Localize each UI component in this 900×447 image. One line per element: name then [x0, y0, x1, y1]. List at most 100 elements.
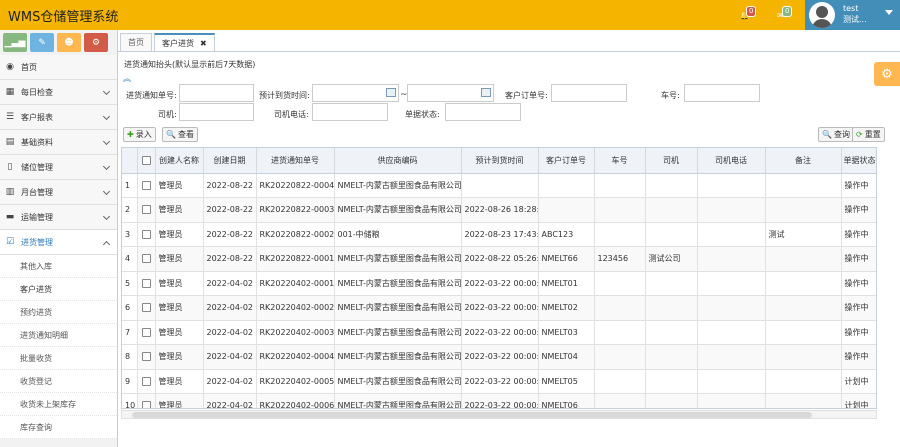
- col-header[interactable]: 预计到货时间: [461, 148, 539, 174]
- col-header[interactable]: 司机: [645, 148, 698, 174]
- pencil-icon[interactable]: ✎: [30, 33, 54, 52]
- submenu-notice-detail[interactable]: 进货通知明细: [0, 324, 117, 347]
- col-header-select[interactable]: [137, 148, 156, 174]
- signal-icon[interactable]: ▁▃▅: [3, 33, 27, 52]
- driver-label: 司机:: [158, 110, 177, 119]
- user-menu[interactable]: test 测试...: [805, 0, 900, 30]
- table-cell: [697, 271, 766, 296]
- row-number: 4: [122, 246, 138, 272]
- sidebar-item-daily-check[interactable]: ▦ 每日检查: [0, 80, 117, 105]
- table-row[interactable]: 5 管理员 2022-04-02 RK20220402-0001 NMELT-内蒙古额里…: [122, 271, 876, 296]
- group-icon[interactable]: ☻: [57, 33, 81, 52]
- table-row[interactable]: 2 管理员 2022-08-22 RK20220822-0003 NMELT-内蒙古额里…: [122, 197, 876, 223]
- submenu-batch-receive[interactable]: 批量收货: [0, 347, 117, 370]
- table-cell: [765, 271, 842, 296]
- table-cell: NMELT03: [538, 320, 595, 345]
- chevron-down-icon: [102, 187, 111, 196]
- col-header[interactable]: 单据状态: [841, 148, 876, 174]
- table-cell: ABC123: [538, 222, 595, 247]
- cogs-icon[interactable]: ⚙: [84, 33, 108, 52]
- col-header[interactable]: 创建人名称: [155, 148, 204, 174]
- sidebar-item-basic-data[interactable]: ▤ 基础资料: [0, 130, 117, 155]
- sidebar-item-transport[interactable]: ▬ 运输管理: [0, 205, 117, 230]
- row-checkbox[interactable]: [141, 229, 151, 239]
- tab-home[interactable]: 首页: [120, 33, 152, 51]
- add-button[interactable]: ✚ 录入: [123, 127, 156, 142]
- col-header[interactable]: 客户订单号: [538, 148, 595, 174]
- submenu-customer-inbound[interactable]: 客户进货: [0, 278, 117, 301]
- notice-no-input[interactable]: [179, 84, 254, 102]
- sidebar-item-location[interactable]: ▯ 储位管理: [0, 155, 117, 180]
- col-header[interactable]: 供应商编码: [334, 148, 462, 174]
- expected-date-from-input[interactable]: [312, 84, 399, 102]
- row-checkbox[interactable]: [141, 278, 151, 288]
- table-row[interactable]: 3 管理员 2022-08-22 RK20220822-0002 001-中储粮 2022…: [122, 222, 876, 247]
- col-header[interactable]: 车号: [594, 148, 646, 174]
- table-cell: NMELT-内蒙古额里图食品有限公司: [334, 246, 462, 272]
- tab-customer-inbound[interactable]: 客户进货 ✖: [154, 33, 215, 51]
- view-button[interactable]: 🔍 查看: [162, 127, 198, 142]
- search-button[interactable]: 🔍 查询: [818, 127, 854, 142]
- status-select[interactable]: [445, 103, 521, 121]
- table-cell: 2022-04-02: [203, 320, 257, 345]
- close-icon[interactable]: ✖: [200, 39, 207, 48]
- table-row[interactable]: 1 管理员 2022-08-22 RK20220822-0004 NMELT-内蒙古额里…: [122, 173, 876, 198]
- table-row[interactable]: 4 管理员 2022-08-22 RK20220822-0001 NMELT-内蒙古额里…: [122, 246, 876, 272]
- row-checkbox[interactable]: [141, 376, 151, 386]
- table-cell: 操作中: [841, 344, 876, 370]
- submenu-unshelved-stock[interactable]: 收货未上架库存: [0, 393, 117, 416]
- table-cell: RK20220822-0004: [256, 173, 335, 198]
- submenu-booking-inbound[interactable]: 预约进货: [0, 301, 117, 324]
- table-cell: RK20220402-0001: [256, 271, 335, 296]
- row-checkbox[interactable]: [141, 180, 151, 190]
- table-row[interactable]: 8 管理员 2022-04-02 RK20220402-0004 NMELT-内蒙古额里…: [122, 344, 876, 370]
- table-cell: [594, 295, 646, 321]
- table-cell: 管理员: [155, 344, 204, 370]
- row-checkbox[interactable]: [141, 205, 151, 215]
- col-header[interactable]: 创建日期: [203, 148, 257, 174]
- select-all-checkbox[interactable]: [141, 155, 151, 165]
- col-header[interactable]: 司机电话: [697, 148, 766, 174]
- calendar-icon[interactable]: [481, 88, 491, 97]
- sidebar-item-dock[interactable]: ▥ 月台管理: [0, 180, 117, 205]
- horizontal-scrollbar[interactable]: [121, 410, 877, 419]
- order-no-input[interactable]: [551, 84, 627, 102]
- row-checkbox[interactable]: [141, 327, 151, 337]
- table-cell: 2022-03-22 00:00:00: [461, 271, 539, 296]
- messages-button[interactable]: ✉ 0: [768, 0, 793, 30]
- sidebar-item-home[interactable]: ◉ 首页: [0, 55, 117, 80]
- row-checkbox[interactable]: [141, 352, 151, 362]
- expected-date-to-input[interactable]: [407, 84, 494, 102]
- col-header[interactable]: 进货通知单号: [256, 148, 335, 174]
- col-header[interactable]: 备注: [765, 148, 842, 174]
- table-cell: NMELT06: [538, 393, 595, 408]
- table-row[interactable]: 6 管理员 2022-04-02 RK20220402-0002 NMELT-内蒙古额里…: [122, 295, 876, 321]
- sidebar-item-inbound[interactable]: ☑ 进货管理: [0, 230, 117, 255]
- settings-gear-icon[interactable]: ⚙: [874, 62, 900, 86]
- row-checkbox[interactable]: [141, 303, 151, 313]
- row-checkbox[interactable]: [141, 401, 151, 408]
- table-cell: [594, 393, 646, 408]
- table-cell: NMELT-内蒙古额里图食品有限公司: [334, 344, 462, 370]
- notice-no-label: 进货通知单号:: [126, 91, 177, 100]
- vehicle-input[interactable]: [684, 84, 760, 102]
- notifications-button[interactable]: 🔔 0: [732, 0, 757, 30]
- table-row[interactable]: 7 管理员 2022-04-02 RK20220402-0003 NMELT-内蒙古额里…: [122, 320, 876, 345]
- table-cell: [594, 222, 646, 247]
- calendar-icon[interactable]: [386, 88, 396, 97]
- submenu-receive-register[interactable]: 收货登记: [0, 370, 117, 393]
- building-icon: ▥: [5, 187, 15, 197]
- collapse-up-icon[interactable]: ︽: [123, 73, 131, 84]
- sidebar-item-customer-report[interactable]: ☰ 客户报表: [0, 105, 117, 130]
- row-checkbox[interactable]: [141, 254, 151, 264]
- driver-phone-input[interactable]: [312, 103, 388, 121]
- driver-input[interactable]: [179, 103, 254, 121]
- table-cell: [538, 197, 595, 223]
- table-row[interactable]: 10 管理员 2022-04-02 RK20220402-0006 NMELT-内蒙古额…: [122, 393, 876, 408]
- scrollbar-thumb[interactable]: [132, 412, 812, 418]
- table-cell: [645, 369, 698, 394]
- table-row[interactable]: 9 管理员 2022-04-02 RK20220402-0005 NMELT-内蒙古额里…: [122, 369, 876, 394]
- submenu-other-inbound[interactable]: 其他入库: [0, 255, 117, 278]
- submenu-stock-query[interactable]: 库存查询: [0, 416, 117, 439]
- reset-button[interactable]: ⟳ 重置: [852, 127, 885, 142]
